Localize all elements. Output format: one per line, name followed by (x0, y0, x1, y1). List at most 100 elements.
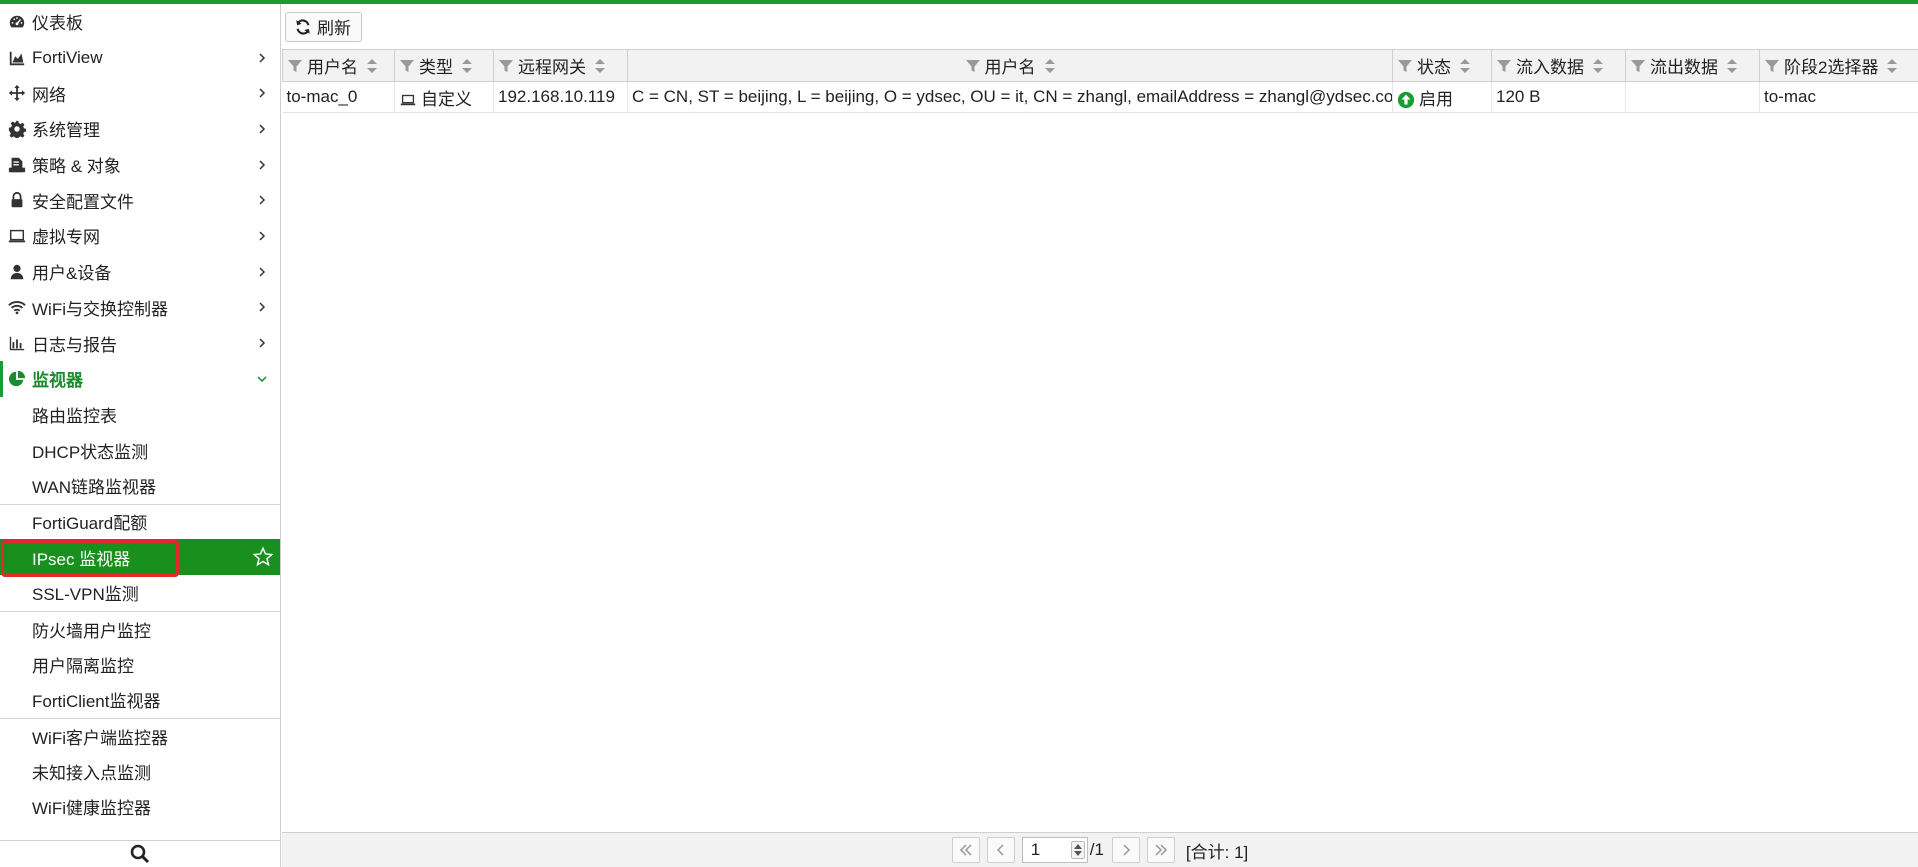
sidebar-item-dashboard[interactable]: 仪表板 (0, 4, 280, 40)
sidebar-subitem-label: 未知接入点监测 (32, 763, 151, 783)
first-page-button[interactable] (951, 837, 980, 863)
ipsec-tunnel-table: 用户名 类型 远程网关 用户名 状态 流入数据 流出数据 阶段2选择器 to-m… (282, 49, 1918, 113)
sidebar-item-security-profiles[interactable]: 安全配置文件 (0, 182, 280, 218)
sidebar-item-label: 监视器 (32, 371, 83, 391)
sidebar-subitem-label: DHCP状态监测 (32, 442, 149, 462)
filter-icon[interactable] (1764, 58, 1780, 74)
sidebar-item-system[interactable]: 系统管理 (0, 111, 280, 147)
previous-page-button[interactable] (986, 837, 1015, 863)
column-header-label: 用户名 (984, 58, 1036, 77)
sidebar-subitem-label: FortiClient监视器 (32, 692, 161, 712)
page-stepper[interactable] (1070, 841, 1085, 859)
sidebar-subitem-quarantine-monitor[interactable]: 用户隔离监控 (0, 646, 280, 682)
sidebar-item-user-device[interactable]: 用户&设备 (0, 254, 280, 290)
wifi-icon (6, 296, 28, 318)
sort-icon[interactable] (1459, 58, 1471, 74)
column-header-phase2-selector[interactable]: 阶段2选择器 (1759, 49, 1918, 82)
table-header-row: 用户名 类型 远程网关 用户名 状态 流入数据 流出数据 阶段2选择器 (282, 49, 1918, 82)
sidebar-subitem-rogue-ap-monitor[interactable]: 未知接入点监测 (0, 753, 280, 789)
gear-icon (6, 118, 28, 140)
sidebar: 仪表板 FortiView 网络 系统管理 策略 & 对象 安全配置文件 虚拟专… (0, 4, 281, 867)
sidebar-subitem-dhcp-monitor[interactable]: DHCP状态监测 (0, 432, 280, 468)
sidebar-item-vpn[interactable]: 虚拟专网 (0, 218, 280, 254)
sidebar-item-label: 安全配置文件 (32, 192, 134, 212)
laptop-icon (399, 91, 417, 109)
pie-chart-icon (6, 368, 28, 390)
filter-icon[interactable] (498, 58, 514, 74)
sidebar-subitem-label: 防火墙用户监控 (32, 621, 151, 641)
sidebar-subitem-firewall-user-monitor[interactable]: 防火墙用户监控 (0, 610, 280, 647)
chart-area-icon (6, 47, 28, 69)
sidebar-nav: 仪表板 FortiView 网络 系统管理 策略 & 对象 安全配置文件 虚拟专… (0, 4, 280, 825)
chevron-right-icon (259, 302, 266, 312)
cell-status: 启用 (1392, 81, 1492, 113)
sidebar-subitem-routing-monitor[interactable]: 路由监控表 (0, 397, 280, 433)
column-header-label: 状态 (1417, 58, 1451, 77)
chevron-right-icon (259, 338, 266, 348)
last-page-button[interactable] (1146, 837, 1175, 863)
sidebar-subitem-label: SSL-VPN监测 (32, 585, 139, 605)
cell-status-label: 启用 (1419, 89, 1453, 109)
chevron-right-icon (259, 160, 266, 170)
column-header-remote-gateway[interactable]: 远程网关 (493, 49, 628, 82)
chevron-down-icon (257, 376, 267, 382)
sidebar-subitem-label: WiFi客户端监控器 (32, 728, 168, 748)
sidebar-item-network[interactable]: 网络 (0, 75, 280, 111)
chevron-right-icon (259, 53, 266, 63)
sidebar-search-button[interactable] (0, 840, 280, 867)
filter-icon[interactable] (287, 58, 303, 74)
table-row[interactable]: to-mac_0 自定义 192.168.10.119 C = CN, ST =… (282, 81, 1918, 113)
sort-icon[interactable] (461, 58, 473, 74)
sidebar-item-log-report[interactable]: 日志与报告 (0, 325, 280, 361)
cell-outgoing-data (1625, 81, 1760, 113)
filter-icon[interactable] (965, 58, 981, 74)
sort-icon[interactable] (594, 58, 606, 74)
sidebar-subitem-wifi-client-monitor[interactable]: WiFi客户端监控器 (0, 717, 280, 754)
sidebar-subitem-ipsec-monitor[interactable]: IPsec 监视器 (0, 539, 280, 578)
column-header-incoming-data[interactable]: 流入数据 (1491, 49, 1626, 82)
sidebar-subitem-label: WAN链路监视器 (32, 478, 157, 498)
sort-icon[interactable] (1886, 58, 1898, 74)
filter-icon[interactable] (1630, 58, 1646, 74)
star-favorite-icon[interactable] (252, 546, 274, 568)
column-header-status[interactable]: 状态 (1392, 49, 1492, 82)
filter-icon[interactable] (399, 58, 415, 74)
sidebar-subitem-wan-link-monitor[interactable]: WAN链路监视器 (0, 468, 280, 504)
double-chevron-left-icon (959, 844, 972, 856)
sidebar-subitem-ssl-vpn-monitor[interactable]: SSL-VPN监测 (0, 575, 280, 611)
sidebar-item-label: 虚拟专网 (32, 228, 100, 248)
sidebar-item-fortiview[interactable]: FortiView (0, 40, 280, 76)
page-number-input[interactable]: 1 (1021, 837, 1088, 863)
sidebar-item-label: 策略 & 对象 (32, 157, 121, 177)
column-header-label: 类型 (419, 58, 453, 77)
sidebar-item-label: WiFi与交换控制器 (32, 299, 168, 319)
sort-icon[interactable] (1726, 58, 1738, 74)
main-content: 刷新 用户名 类型 远程网关 用户名 状态 流入数据 流出数据 阶段2选择器 t… (282, 4, 1918, 867)
laptop-icon (6, 225, 28, 247)
network-arrows-icon (6, 82, 28, 104)
sidebar-item-wifi-switch[interactable]: WiFi与交换控制器 (0, 290, 280, 326)
filter-icon[interactable] (1397, 58, 1413, 74)
column-header-username[interactable]: 用户名 (627, 49, 1393, 82)
sort-icon[interactable] (1044, 58, 1056, 74)
sidebar-subitem-wifi-health-monitor[interactable]: WiFi健康监控器 (0, 789, 280, 825)
refresh-label: 刷新 (317, 19, 351, 38)
sort-icon[interactable] (366, 58, 378, 74)
sidebar-subitem-forticlient-monitor[interactable]: FortiClient监视器 (0, 682, 280, 718)
sidebar-item-label: 日志与报告 (32, 335, 117, 355)
dashboard-icon (6, 11, 28, 33)
refresh-button[interactable]: 刷新 (285, 11, 362, 42)
sidebar-item-label: 网络 (32, 85, 66, 105)
cell-phase2-selector: to-mac (1759, 81, 1918, 113)
sort-icon[interactable] (1592, 58, 1604, 74)
chevron-right-icon (259, 88, 266, 98)
column-header-type[interactable]: 类型 (394, 49, 494, 82)
sidebar-subitem-fortiguard-quota[interactable]: FortiGuard配额 (0, 503, 280, 540)
filter-icon[interactable] (1496, 58, 1512, 74)
sidebar-item-monitor[interactable]: 监视器 (0, 360, 280, 397)
sidebar-item-policy[interactable]: 策略 & 对象 (0, 147, 280, 183)
column-header-outgoing-data[interactable]: 流出数据 (1625, 49, 1760, 82)
next-page-button[interactable] (1111, 837, 1140, 863)
column-header-name[interactable]: 用户名 (282, 49, 395, 82)
column-header-label: 流出数据 (1650, 58, 1718, 77)
